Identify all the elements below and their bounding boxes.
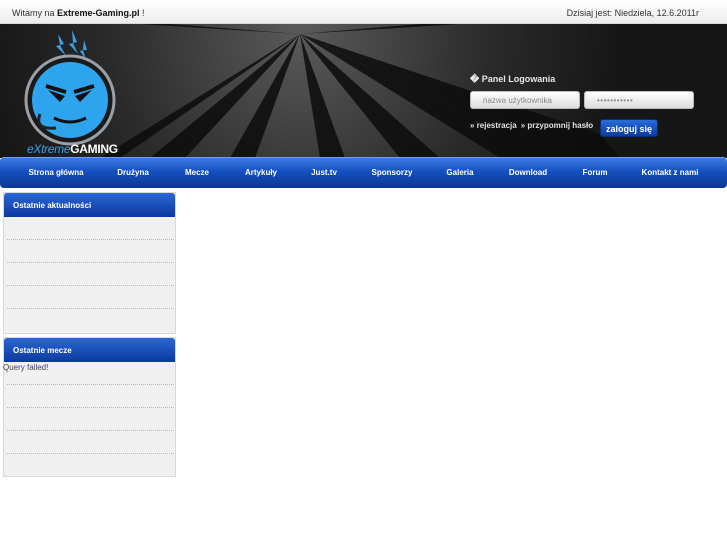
latest-news-panel: Ostatnie aktualności xyxy=(3,192,176,334)
main-navigation: Strona główna Drużyna Mecze Artykuły Jus… xyxy=(0,157,727,188)
welcome-prefix: Witamy na xyxy=(12,8,58,18)
nav-item-gallery[interactable]: Galeria xyxy=(446,168,473,177)
register-link[interactable]: » rejestracja xyxy=(470,121,517,130)
nav-item-articles[interactable]: Artykuły xyxy=(245,168,277,177)
nav-item-justtv[interactable]: Just.tv xyxy=(311,168,337,177)
nav-item-home[interactable]: Strona główna xyxy=(28,168,83,177)
logo-text: eXtremeGAMING xyxy=(27,142,118,156)
top-bar: Witamy na Extreme-Gaming.pl ! Dzisiaj je… xyxy=(0,0,727,24)
username-input[interactable]: nazwa użytkownika xyxy=(470,91,580,109)
site-name: Extreme-Gaming.pl xyxy=(57,8,140,18)
matches-divider xyxy=(7,430,174,431)
nav-item-team[interactable]: Drużyna xyxy=(117,168,149,177)
welcome-text: Witamy na Extreme-Gaming.pl ! xyxy=(12,8,145,18)
nav-item-forum[interactable]: Forum xyxy=(583,168,608,177)
nav-item-contact[interactable]: Kontakt z nami xyxy=(642,168,699,177)
remind-password-link[interactable]: » przypomnij hasło xyxy=(521,121,593,130)
nav-item-matches[interactable]: Mecze xyxy=(185,168,209,177)
news-divider xyxy=(7,285,174,286)
extreme-gaming-logo[interactable] xyxy=(20,30,124,158)
login-panel: � Panel Logowania nazwa użytkownika ••••… xyxy=(470,74,694,137)
latest-news-title: Ostatnie aktualności xyxy=(4,193,175,217)
matches-divider xyxy=(7,384,174,385)
logo-text-prefix: eXtreme xyxy=(27,142,71,156)
password-input[interactable]: ••••••••••• xyxy=(584,91,694,109)
site-header: eXtremeGAMING � Panel Logowania nazwa uż… xyxy=(0,24,727,158)
latest-matches-panel: Ostatnie mecze xyxy=(3,337,176,477)
news-divider xyxy=(7,239,174,240)
news-divider xyxy=(7,262,174,263)
matches-divider xyxy=(7,453,174,454)
matches-error-text: Query failed! xyxy=(3,363,49,372)
welcome-suffix: ! xyxy=(139,8,145,18)
nav-item-download[interactable]: Download xyxy=(509,168,547,177)
logo-text-suffix: GAMING xyxy=(70,142,118,156)
latest-matches-title: Ostatnie mecze xyxy=(4,338,175,362)
news-divider xyxy=(7,308,174,309)
matches-divider xyxy=(7,407,174,408)
current-date: Dzisiaj jest: Niedziela, 12.6.2011r xyxy=(566,8,699,18)
login-links: » rejestracja » przypomnij hasło xyxy=(470,121,610,130)
login-panel-title: � Panel Logowania xyxy=(470,74,556,84)
login-button[interactable]: zaloguj się xyxy=(600,119,658,137)
page: Witamy na Extreme-Gaming.pl ! Dzisiaj je… xyxy=(0,0,727,545)
nav-item-sponsors[interactable]: Sponsorzy xyxy=(372,168,413,177)
